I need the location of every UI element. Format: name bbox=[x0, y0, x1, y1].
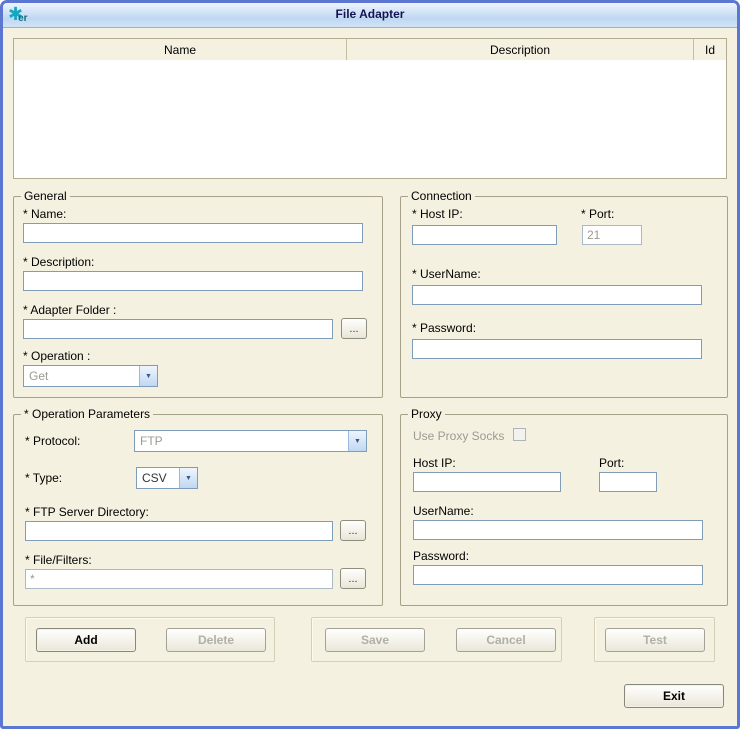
chevron-down-icon: ▼ bbox=[179, 468, 197, 488]
name-label: * Name: bbox=[23, 207, 66, 221]
proxy-legend: Proxy bbox=[408, 407, 445, 421]
protocol-value: FTP bbox=[135, 431, 348, 451]
test-button-group: Test bbox=[594, 617, 715, 662]
username-label: * UserName: bbox=[412, 267, 481, 281]
proxy-host-ip-input[interactable] bbox=[413, 472, 561, 492]
general-name-input[interactable] bbox=[23, 223, 363, 243]
delete-button: Delete bbox=[166, 628, 266, 652]
operation-parameters-group: * Operation Parameters * Protocol: FTP ▼… bbox=[13, 414, 383, 606]
proxy-password-input[interactable] bbox=[413, 565, 703, 585]
proxy-username-label: UserName: bbox=[413, 504, 474, 518]
window-title: File Adapter bbox=[3, 7, 737, 21]
general-description-input[interactable] bbox=[23, 271, 363, 291]
operation-label: * Operation : bbox=[23, 349, 90, 363]
list-body[interactable] bbox=[14, 60, 726, 178]
chevron-down-icon: ▼ bbox=[139, 366, 157, 386]
protocol-select: FTP ▼ bbox=[134, 430, 367, 452]
save-button: Save bbox=[325, 628, 425, 652]
adapter-folder-input[interactable] bbox=[23, 319, 333, 339]
adapter-folder-label: * Adapter Folder : bbox=[23, 303, 116, 317]
proxy-port-input[interactable] bbox=[599, 472, 657, 492]
ftp-server-directory-label: * FTP Server Directory: bbox=[25, 505, 149, 519]
proxy-host-ip-label: Host IP: bbox=[413, 456, 456, 470]
operation-select: Get ▼ bbox=[23, 365, 158, 387]
use-proxy-socks-checkbox bbox=[513, 428, 526, 441]
file-filters-input[interactable] bbox=[25, 569, 333, 589]
general-group: General * Name: * Description: * Adapter… bbox=[13, 196, 383, 398]
list-header: Name Description Id bbox=[14, 39, 726, 61]
add-button[interactable]: Add bbox=[36, 628, 136, 652]
operation-value: Get bbox=[24, 366, 139, 386]
title-bar[interactable]: ✱ er File Adapter bbox=[3, 3, 737, 28]
protocol-label: * Protocol: bbox=[25, 434, 80, 448]
file-filters-browse-button[interactable]: ... bbox=[340, 568, 366, 589]
port-label: * Port: bbox=[581, 207, 614, 221]
port-input bbox=[582, 225, 642, 245]
password-input[interactable] bbox=[412, 339, 702, 359]
file-filters-label: * File/Filters: bbox=[25, 553, 92, 567]
password-label: * Password: bbox=[412, 321, 476, 335]
proxy-username-input[interactable] bbox=[413, 520, 703, 540]
file-adapter-window: ✱ er File Adapter Name Description Id Ge… bbox=[0, 0, 740, 729]
connection-group: Connection * Host IP: * Port: * UserName… bbox=[400, 196, 728, 398]
ftp-server-directory-input[interactable] bbox=[25, 521, 333, 541]
type-label: * Type: bbox=[25, 471, 62, 485]
exit-button[interactable]: Exit bbox=[624, 684, 724, 708]
cancel-button: Cancel bbox=[456, 628, 556, 652]
column-header-name[interactable]: Name bbox=[14, 39, 347, 60]
use-proxy-socks-label: Use Proxy Socks bbox=[413, 429, 504, 443]
adapter-list: Name Description Id bbox=[13, 38, 727, 179]
type-select[interactable]: CSV ▼ bbox=[136, 467, 198, 489]
add-delete-button-group: Add Delete bbox=[25, 617, 275, 662]
adapter-folder-browse-button[interactable]: ... bbox=[341, 318, 367, 339]
general-legend: General bbox=[21, 189, 70, 203]
host-ip-input[interactable] bbox=[412, 225, 557, 245]
proxy-password-label: Password: bbox=[413, 549, 469, 563]
connection-legend: Connection bbox=[408, 189, 475, 203]
username-input[interactable] bbox=[412, 285, 702, 305]
proxy-port-label: Port: bbox=[599, 456, 624, 470]
chevron-down-icon: ▼ bbox=[348, 431, 366, 451]
save-cancel-button-group: Save Cancel bbox=[311, 617, 562, 662]
ftp-server-directory-browse-button[interactable]: ... bbox=[340, 520, 366, 541]
proxy-group: Proxy Use Proxy Socks Host IP: Port: Use… bbox=[400, 414, 728, 606]
column-header-description[interactable]: Description bbox=[347, 39, 694, 60]
test-button: Test bbox=[605, 628, 705, 652]
description-label: * Description: bbox=[23, 255, 94, 269]
host-ip-label: * Host IP: bbox=[412, 207, 463, 221]
operation-parameters-legend: * Operation Parameters bbox=[21, 407, 153, 421]
column-header-id[interactable]: Id bbox=[694, 39, 726, 60]
type-value: CSV bbox=[137, 468, 179, 488]
